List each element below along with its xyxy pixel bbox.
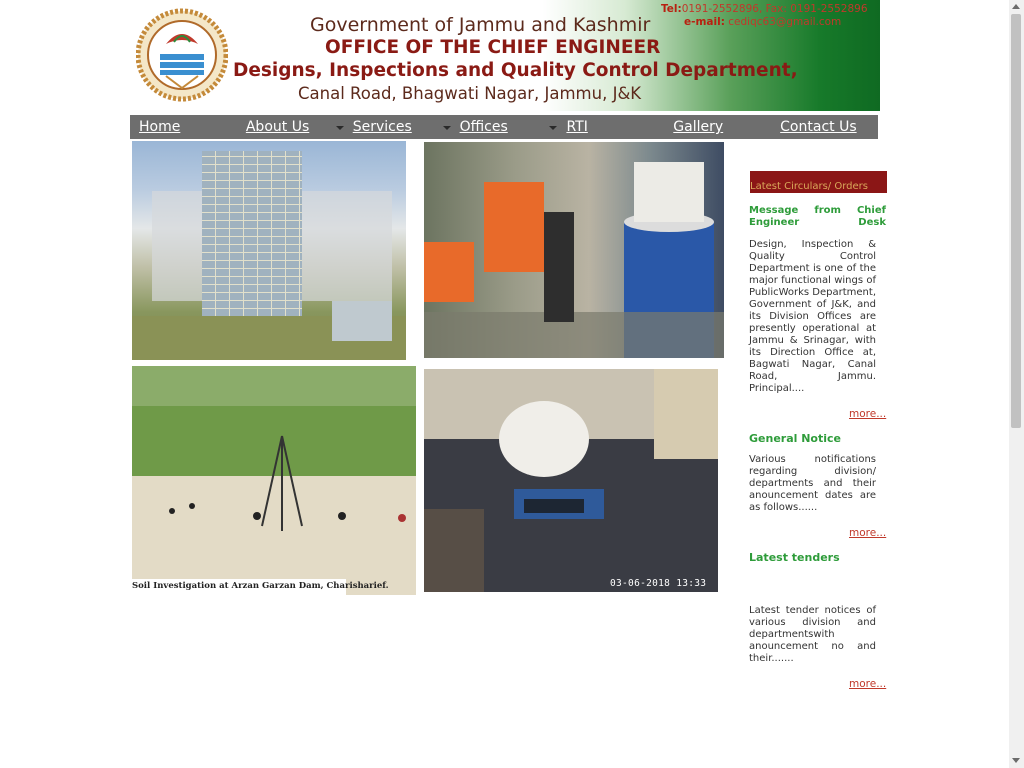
soil-investigation-illustration bbox=[132, 366, 416, 595]
photo-timestamp: 03-06-2018 13:33 bbox=[610, 578, 707, 589]
vertical-scrollbar[interactable] bbox=[1009, 0, 1024, 768]
tel-value: 0191-2552896, Fax: 0191-2552896 bbox=[681, 3, 868, 15]
dropdown-arrow-icon[interactable] bbox=[549, 126, 558, 130]
banner-line-address: Canal Road, Bhagwati Nagar, Jammu, J&K bbox=[298, 84, 642, 103]
nav-link-about-us[interactable]: About Us bbox=[246, 119, 309, 135]
banner-line-office: OFFICE OF THE CHIEF ENGINEER bbox=[325, 37, 661, 58]
email-value: cediqc63@gmail.com bbox=[728, 16, 842, 28]
nav-link-offices[interactable]: Offices bbox=[460, 119, 508, 135]
latest-tenders-text: Latest tender notices of various divisio… bbox=[749, 605, 876, 664]
message-chief-engineer-text: Design, Inspection & Quality Control Dep… bbox=[749, 239, 876, 394]
header-banner: Government of Jammu and Kashmir OFFICE O… bbox=[130, 0, 880, 111]
message-chief-engineer-title: Message from Chief Engineer Desk bbox=[749, 205, 886, 228]
dropdown-arrow-icon[interactable] bbox=[335, 126, 344, 130]
latest-circulars-heading-bar[interactable]: Latest Circulars/ Orders bbox=[750, 171, 887, 193]
latest-tenders-title: Latest tenders bbox=[749, 551, 840, 564]
road-inspection-illustration bbox=[424, 369, 718, 592]
nav-link-home[interactable]: Home bbox=[139, 119, 180, 135]
contact-email: e-mail: cediqc63@gmail.com bbox=[684, 16, 841, 28]
nav-item-about-us[interactable]: About Us bbox=[237, 115, 344, 139]
photo-site-testing-workers bbox=[424, 142, 724, 358]
nav-item-gallery[interactable]: Gallery bbox=[664, 115, 771, 139]
scrollbar-thumb[interactable] bbox=[1011, 14, 1021, 428]
nav-item-offices[interactable]: Offices bbox=[451, 115, 558, 139]
nav-item-services[interactable]: Services bbox=[344, 115, 451, 139]
banner-line-government: Government of Jammu and Kashmir bbox=[310, 14, 651, 36]
tel-label: Tel: bbox=[661, 3, 682, 15]
nav-item-contact-us[interactable]: Contact Us bbox=[771, 115, 878, 139]
email-label: e-mail: bbox=[684, 16, 725, 28]
general-notice-text: Various notifications regarding division… bbox=[749, 454, 876, 513]
banner-line-department: Designs, Inspections and Quality Control… bbox=[233, 60, 798, 81]
nav-link-services[interactable]: Services bbox=[353, 119, 412, 135]
scroll-down-arrow-icon[interactable] bbox=[1012, 758, 1020, 763]
more-link-tenders[interactable]: more... bbox=[849, 678, 886, 690]
more-link-message[interactable]: more... bbox=[849, 408, 886, 420]
nav-item-home[interactable]: Home bbox=[130, 115, 237, 139]
main-navigation: Home About Us Services Offices RTI Galle… bbox=[130, 115, 878, 139]
page: Government of Jammu and Kashmir OFFICE O… bbox=[0, 0, 1009, 768]
scroll-up-arrow-icon[interactable] bbox=[1012, 4, 1020, 9]
site-testing-illustration bbox=[424, 162, 724, 358]
nav-link-contact-us[interactable]: Contact Us bbox=[780, 119, 856, 135]
latest-circulars-heading[interactable]: Latest Circulars/ Orders bbox=[750, 181, 868, 192]
nav-link-gallery[interactable]: Gallery bbox=[673, 119, 723, 135]
nav-link-rti[interactable]: RTI bbox=[566, 119, 587, 135]
photo-caption: Soil Investigation at Arzan Garzan Dam, … bbox=[132, 579, 389, 595]
photo-cement-bags-stack bbox=[132, 141, 406, 360]
general-notice-title: General Notice bbox=[749, 432, 842, 445]
more-link-notice[interactable]: more... bbox=[849, 527, 886, 539]
jk-government-emblem-icon bbox=[136, 8, 228, 102]
cement-bags-illustration bbox=[132, 151, 406, 360]
contact-phone: Tel:0191-2552896, Fax: 0191-2552896 bbox=[661, 3, 868, 15]
photo-road-core-inspection: 03-06-2018 13:33 bbox=[424, 369, 718, 592]
nav-item-rti[interactable]: RTI bbox=[557, 115, 664, 139]
photo-soil-investigation bbox=[132, 366, 416, 595]
dropdown-arrow-icon[interactable] bbox=[442, 126, 451, 130]
